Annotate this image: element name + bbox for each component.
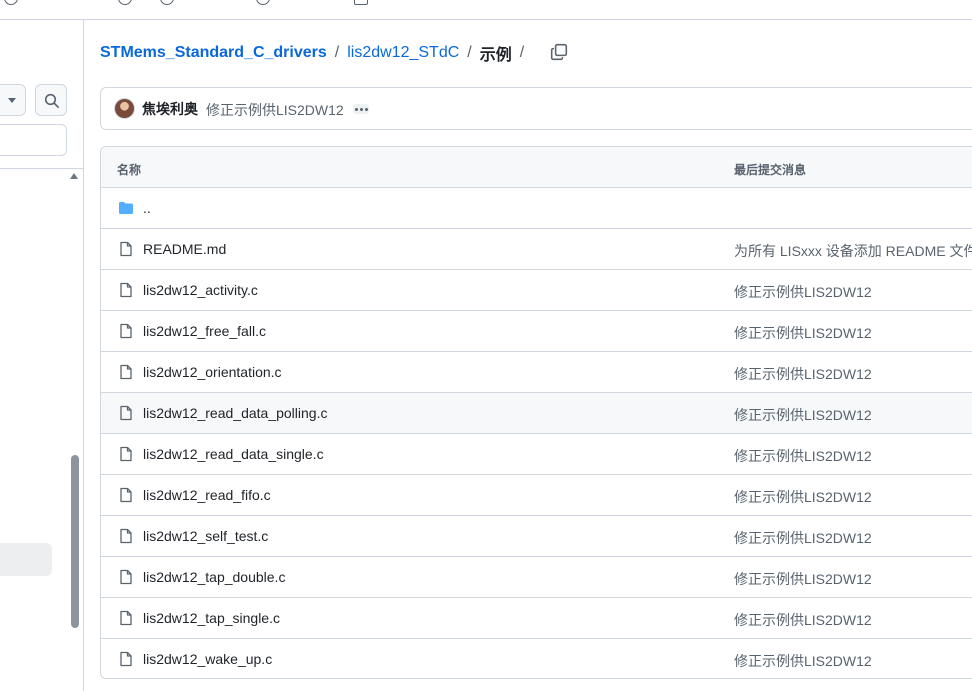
- commit-author[interactable]: 焦埃利奥: [142, 99, 198, 119]
- file-name-link[interactable]: lis2dw12_activity.c: [143, 282, 258, 298]
- ellipsis-icon: [354, 107, 358, 111]
- top-nav: [0, 0, 972, 20]
- file-icon: [118, 610, 134, 626]
- file-icon: [118, 405, 134, 421]
- table-row[interactable]: README.md 为所有 LISxxx 设备添加 README 文件: [101, 229, 972, 270]
- top-nav-item[interactable]: [256, 0, 270, 5]
- commit-details-button[interactable]: [353, 104, 369, 114]
- table-row[interactable]: lis2dw12_orientation.c 修正示例供LIS2DW12: [101, 352, 972, 393]
- breadcrumb-dir-link[interactable]: lis2dw12_STdC: [347, 44, 459, 62]
- table-row[interactable]: lis2dw12_activity.c 修正示例供LIS2DW12: [101, 270, 972, 311]
- top-nav-item[interactable]: [4, 0, 18, 5]
- top-nav-item[interactable]: [354, 0, 368, 5]
- commit-message[interactable]: 修正示例供LIS2DW12: [206, 100, 344, 120]
- file-rows: .. README.md 为所有 LISxxx 设备添加 README 文件 lis2…: [101, 188, 972, 678]
- top-nav-item[interactable]: [160, 0, 174, 5]
- file-icon: [118, 528, 134, 544]
- file-table: 名称 最后提交消息 .. README.md 为所有 LISxxx 设备添加 REA…: [100, 146, 972, 679]
- latest-commit-bar: 焦埃利奥 修正示例供LIS2DW12: [100, 87, 972, 130]
- file-commit-message[interactable]: 修正示例供LIS2DW12: [734, 282, 872, 302]
- top-nav-item[interactable]: [118, 0, 132, 5]
- file-commit-message[interactable]: 修正示例供LIS2DW12: [734, 405, 872, 425]
- scroll-up-icon[interactable]: [70, 173, 78, 179]
- avatar[interactable]: [114, 98, 135, 119]
- file-name-link[interactable]: lis2dw12_read_fifo.c: [143, 487, 271, 503]
- chevron-down-icon: [8, 98, 16, 103]
- file-name-link[interactable]: ..: [143, 200, 151, 216]
- table-row[interactable]: ..: [101, 188, 972, 229]
- search-icon: [44, 93, 59, 108]
- file-icon: [118, 282, 134, 298]
- graph-icon: [354, 0, 368, 5]
- play-icon: [118, 0, 132, 5]
- file-icon: [118, 241, 134, 257]
- column-header-last-commit: 最后提交消息: [734, 163, 807, 177]
- file-commit-message[interactable]: 修正示例供LIS2DW12: [734, 569, 872, 589]
- file-name-link[interactable]: lis2dw12_tap_double.c: [143, 569, 285, 585]
- file-filter-input[interactable]: [0, 124, 67, 156]
- table-row[interactable]: lis2dw12_wake_up.c 修正示例供LIS2DW12: [101, 639, 972, 678]
- copy-icon: [551, 43, 568, 61]
- file-commit-message[interactable]: 修正示例供LIS2DW12: [734, 651, 872, 671]
- table-row[interactable]: lis2dw12_tap_single.c 修正示例供LIS2DW12: [101, 598, 972, 639]
- table-row[interactable]: lis2dw12_free_fall.c 修正示例供LIS2DW12: [101, 311, 972, 352]
- table-row[interactable]: lis2dw12_read_data_polling.c 修正示例供LIS2DW1…: [101, 393, 972, 434]
- file-name-link[interactable]: lis2dw12_wake_up.c: [143, 651, 272, 667]
- file-commit-message[interactable]: 为所有 LISxxx 设备添加 README 文件: [734, 241, 972, 261]
- file-name-link[interactable]: lis2dw12_tap_single.c: [143, 610, 280, 626]
- tree-item-active[interactable]: [0, 543, 52, 576]
- file-icon: [118, 487, 134, 503]
- file-commit-message[interactable]: 修正示例供LIS2DW12: [734, 364, 872, 384]
- file-name-link[interactable]: lis2dw12_self_test.c: [143, 528, 268, 544]
- file-icon: [118, 364, 134, 380]
- table-row[interactable]: lis2dw12_self_test.c 修正示例供LIS2DW12: [101, 516, 972, 557]
- file-commit-message[interactable]: 修正示例供LIS2DW12: [734, 487, 872, 507]
- ellipsis-icon: [364, 107, 368, 111]
- copy-path-button[interactable]: [550, 43, 570, 63]
- divider: [0, 168, 84, 169]
- table-row[interactable]: lis2dw12_read_data_single.c 修正示例供LIS2DW12: [101, 434, 972, 475]
- table-header: 名称 最后提交消息: [101, 147, 972, 188]
- file-commit-message[interactable]: 修正示例供LIS2DW12: [734, 610, 872, 630]
- folder-icon: [118, 200, 134, 216]
- file-icon: [118, 569, 134, 585]
- breadcrumb-separator: /: [467, 44, 472, 61]
- table-row[interactable]: lis2dw12_tap_double.c 修正示例供LIS2DW12: [101, 557, 972, 598]
- search-button[interactable]: [35, 84, 67, 116]
- file-commit-message[interactable]: 修正示例供LIS2DW12: [734, 323, 872, 343]
- scrollbar-thumb[interactable]: [71, 455, 79, 628]
- file-name-link[interactable]: lis2dw12_read_data_polling.c: [143, 405, 327, 421]
- pull-request-icon: [4, 0, 18, 5]
- table-row[interactable]: lis2dw12_read_fifo.c 修正示例供LIS2DW12: [101, 475, 972, 516]
- breadcrumb-separator: /: [519, 44, 525, 61]
- file-tree-sidebar: [0, 20, 84, 691]
- ellipsis-icon: [359, 107, 363, 111]
- breadcrumb-separator: /: [334, 44, 340, 61]
- file-name-link[interactable]: lis2dw12_orientation.c: [143, 364, 282, 380]
- branch-select-button[interactable]: [0, 84, 26, 116]
- column-header-name: 名称: [117, 163, 142, 177]
- file-name-link[interactable]: lis2dw12_free_fall.c: [143, 323, 266, 339]
- breadcrumb-repo-link[interactable]: STMems_Standard_C_drivers: [100, 44, 327, 62]
- file-icon: [118, 446, 134, 462]
- file-name-link[interactable]: lis2dw12_read_data_single.c: [143, 446, 324, 462]
- breadcrumb: STMems_Standard_C_drivers / lis2dw12_STd…: [100, 42, 570, 64]
- table-icon: [160, 0, 174, 5]
- breadcrumb-current: 示例: [479, 47, 512, 64]
- file-commit-message[interactable]: 修正示例供LIS2DW12: [734, 528, 872, 548]
- file-name-link[interactable]: README.md: [143, 241, 226, 257]
- file-icon: [118, 323, 134, 339]
- shield-icon: [256, 0, 270, 5]
- file-icon: [118, 651, 134, 667]
- file-commit-message[interactable]: 修正示例供LIS2DW12: [734, 446, 872, 466]
